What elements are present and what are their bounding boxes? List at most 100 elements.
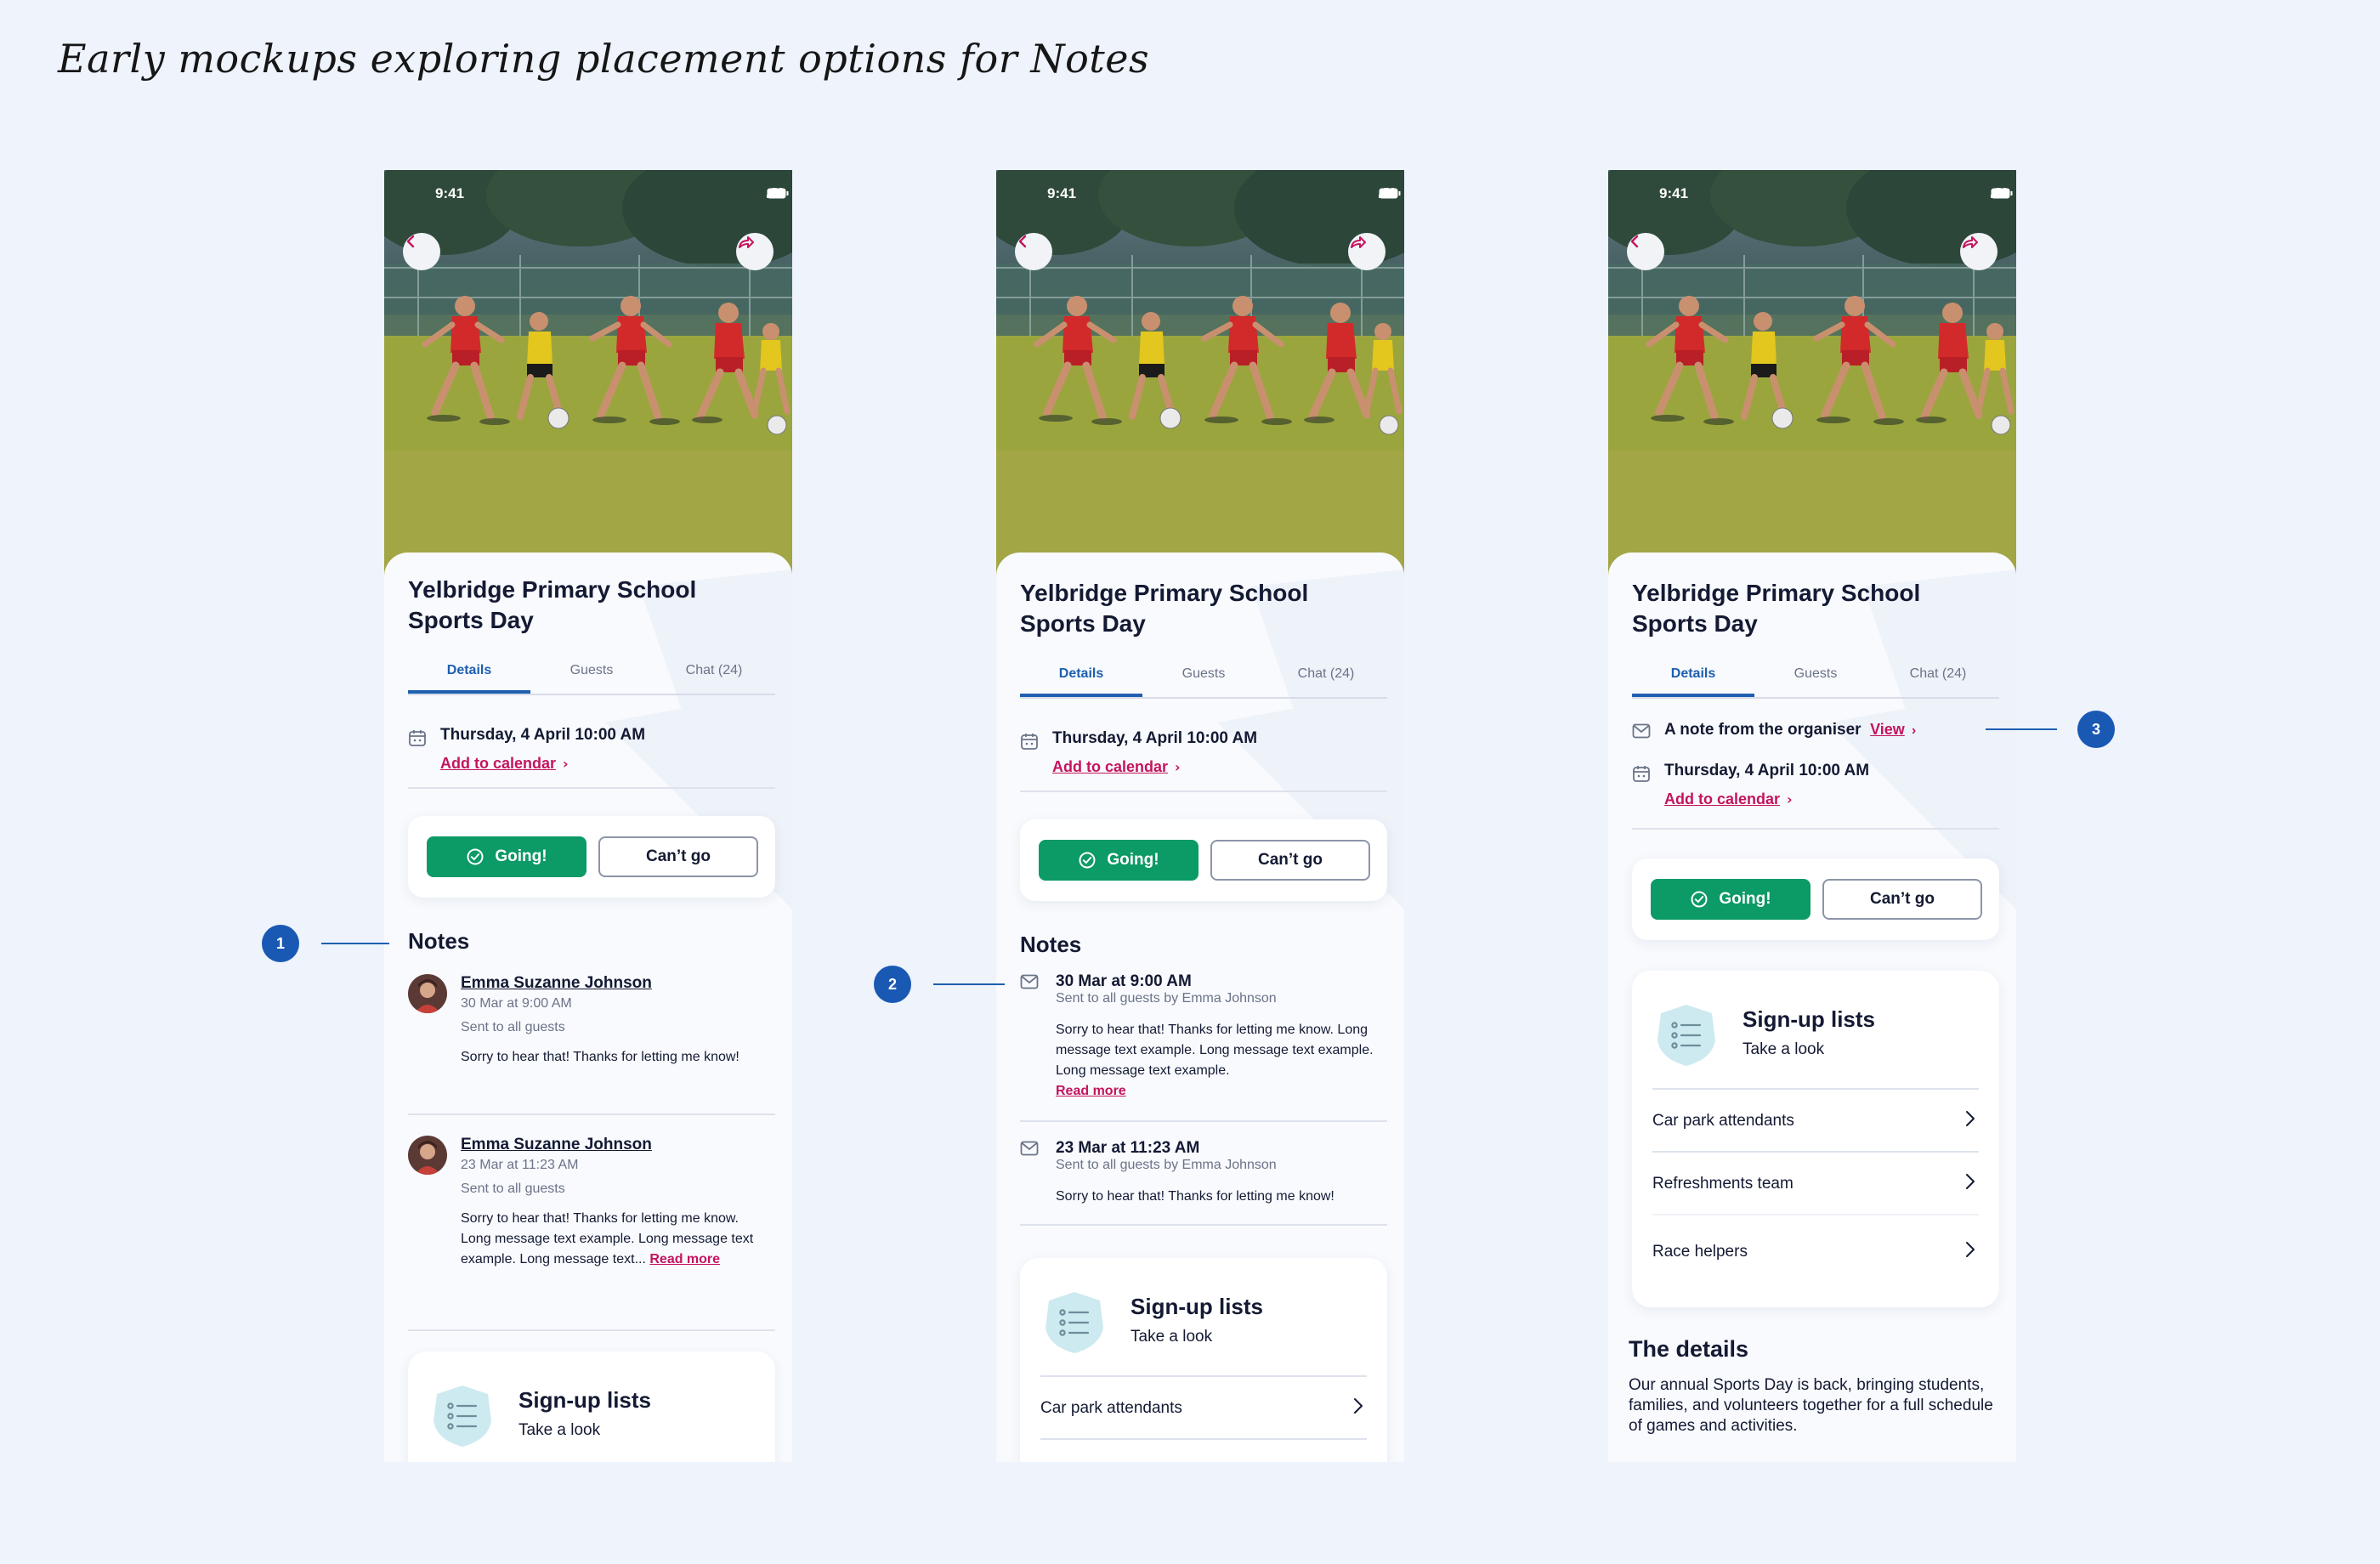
back-button[interactable] xyxy=(1015,233,1052,270)
note-item: 23 Mar at 11:23 AM Sent to all guests by… xyxy=(1020,1139,1387,1216)
rsvp-card: Going! Can’t go xyxy=(408,816,775,898)
going-button[interactable]: Going! xyxy=(1651,879,1810,920)
signup-item-label: Race helpers xyxy=(1652,1243,1748,1261)
check-circle-icon xyxy=(466,847,484,866)
signup-subtitle: Take a look xyxy=(1130,1328,1213,1346)
note-time: 23 Mar at 11:23 AM xyxy=(461,1158,579,1172)
signup-title: Sign-up lists xyxy=(1742,1006,1875,1032)
signup-item-car-park-attendants[interactable]: Car park attendants xyxy=(1652,1088,1979,1153)
event-tabs: Details Guests Chat (24) xyxy=(408,658,775,695)
rsvp-card: Going! Can’t go xyxy=(1632,858,1999,940)
list-icon xyxy=(428,1382,496,1450)
chevron-right-icon xyxy=(1965,1110,1975,1127)
signup-subtitle: Take a look xyxy=(1742,1040,1825,1058)
callout-line xyxy=(1986,728,2057,730)
event-sheet: Yelbridge Primary School Sports Day Detai… xyxy=(384,552,792,1462)
read-more-link[interactable]: Read more xyxy=(649,1252,720,1266)
signup-card: Sign-up lists Take a look Car park atten… xyxy=(1020,1258,1387,1462)
add-to-calendar-link[interactable]: Add to calendar › xyxy=(1052,758,1181,776)
signup-item-label: Refreshments team xyxy=(1652,1175,1794,1193)
notes-heading: Notes xyxy=(408,928,470,954)
share-button[interactable] xyxy=(1348,233,1386,270)
view-note-link[interactable]: View xyxy=(1870,721,1905,738)
going-button[interactable]: Going! xyxy=(1039,840,1198,881)
avatar xyxy=(408,1136,447,1175)
tab-details[interactable]: Details xyxy=(1632,661,1754,697)
calendar-icon xyxy=(408,728,427,747)
page-headline: Early mockups exploring placement option… xyxy=(58,36,1150,82)
note-sender: Sent to all guests by Emma Johnson xyxy=(1056,991,1277,1006)
event-title: Yelbridge Primary School Sports Day xyxy=(1020,580,1309,637)
read-more-link[interactable]: Read more xyxy=(1056,1084,1126,1098)
cant-go-button[interactable]: Can’t go xyxy=(1210,840,1370,881)
callout-marker: 3 xyxy=(2077,711,2115,748)
divider xyxy=(1020,790,1387,792)
divider xyxy=(408,787,775,789)
list-icon xyxy=(1040,1289,1108,1357)
divider xyxy=(1020,1120,1387,1122)
signup-subtitle: Take a look xyxy=(518,1421,601,1439)
share-icon xyxy=(736,233,755,252)
tab-guests[interactable]: Guests xyxy=(1142,661,1265,697)
signup-item-label: Car park attendants xyxy=(1652,1112,1794,1130)
hero-image: 9:41 xyxy=(1608,170,2016,578)
status-time: 9:41 xyxy=(1659,185,1689,201)
callout-marker: 2 xyxy=(874,966,911,1003)
avatar xyxy=(408,974,447,1013)
event-date: Thursday, 4 April 10:00 AM xyxy=(440,726,646,744)
tab-guests[interactable]: Guests xyxy=(1754,661,1877,697)
chevron-right-icon xyxy=(1965,1173,1975,1190)
cant-go-button[interactable]: Can’t go xyxy=(1822,879,1982,920)
signup-item-car-park-attendants[interactable]: Car park attendants xyxy=(1040,1375,1367,1440)
hero-image: 9:41 xyxy=(384,170,792,578)
chevron-left-icon xyxy=(1015,233,1032,250)
date-row: Thursday, 4 April 10:00 AM Add to calend… xyxy=(1020,729,1387,780)
status-bar: 9:41 xyxy=(384,185,792,206)
note-sender: Sent to all guests by Emma Johnson xyxy=(1056,1158,1277,1172)
notes-heading: Notes xyxy=(1020,932,1082,957)
note-time: 30 Mar at 9:00 AM xyxy=(461,996,572,1011)
share-icon xyxy=(1348,233,1367,252)
note-author[interactable]: Emma Suzanne Johnson xyxy=(461,974,652,993)
note-author[interactable]: Emma Suzanne Johnson xyxy=(461,1136,652,1154)
share-button[interactable] xyxy=(736,233,774,270)
status-time: 9:41 xyxy=(1047,185,1077,201)
note-message: Sorry to hear that! Thanks for letting m… xyxy=(461,1050,740,1064)
add-to-calendar-link[interactable]: Add to calendar › xyxy=(440,755,569,773)
tab-chat[interactable]: Chat (24) xyxy=(1877,661,1999,697)
callout-marker: 1 xyxy=(262,925,299,962)
going-button[interactable]: Going! xyxy=(427,836,586,877)
mockup-phone-1: 9:41 Yelbridge Primary School Sports Day … xyxy=(384,170,792,1462)
tab-chat[interactable]: Chat (24) xyxy=(1265,661,1387,697)
chevron-right-icon: › xyxy=(1911,723,1917,738)
signup-card: Sign-up lists Take a look Car park atten… xyxy=(1632,971,1999,1307)
organiser-note-label: A note from the organiser View › xyxy=(1664,721,1917,739)
signup-card[interactable]: Sign-up lists Take a look xyxy=(408,1352,775,1462)
tab-chat[interactable]: Chat (24) xyxy=(653,658,775,694)
event-date: Thursday, 4 April 10:00 AM xyxy=(1052,729,1258,747)
back-button[interactable] xyxy=(1627,233,1664,270)
organiser-note-row: A note from the organiser View › xyxy=(1632,721,1999,745)
back-button[interactable] xyxy=(403,233,440,270)
add-to-calendar-link[interactable]: Add to calendar › xyxy=(1664,790,1793,808)
divider xyxy=(1632,828,1999,830)
signup-item-label: Car park attendants xyxy=(1040,1399,1182,1417)
signup-item-race-helpers[interactable]: Race helpers xyxy=(1652,1214,1979,1278)
share-button[interactable] xyxy=(1960,233,1998,270)
cant-go-button[interactable]: Can’t go xyxy=(598,836,758,877)
calendar-icon xyxy=(1020,732,1039,751)
event-sheet: Yelbridge Primary School Sports Day Detai… xyxy=(996,552,1404,1462)
chevron-right-icon: › xyxy=(1175,759,1181,775)
note-audience: Sent to all guests xyxy=(461,1020,565,1034)
signup-item-refreshments-team[interactable]: Refreshments team xyxy=(1652,1151,1979,1216)
tab-details[interactable]: Details xyxy=(1020,661,1142,697)
rsvp-card: Going! Can’t go xyxy=(1020,819,1387,901)
chevron-right-icon xyxy=(1965,1241,1975,1258)
details-heading: The details xyxy=(1629,1336,1749,1362)
signup-title: Sign-up lists xyxy=(518,1387,651,1413)
tab-guests[interactable]: Guests xyxy=(530,658,653,694)
mail-icon xyxy=(1632,723,1651,739)
note-time: 23 Mar at 11:23 AM xyxy=(1056,1139,1200,1157)
tab-details[interactable]: Details xyxy=(408,658,530,694)
divider xyxy=(1020,1224,1387,1226)
